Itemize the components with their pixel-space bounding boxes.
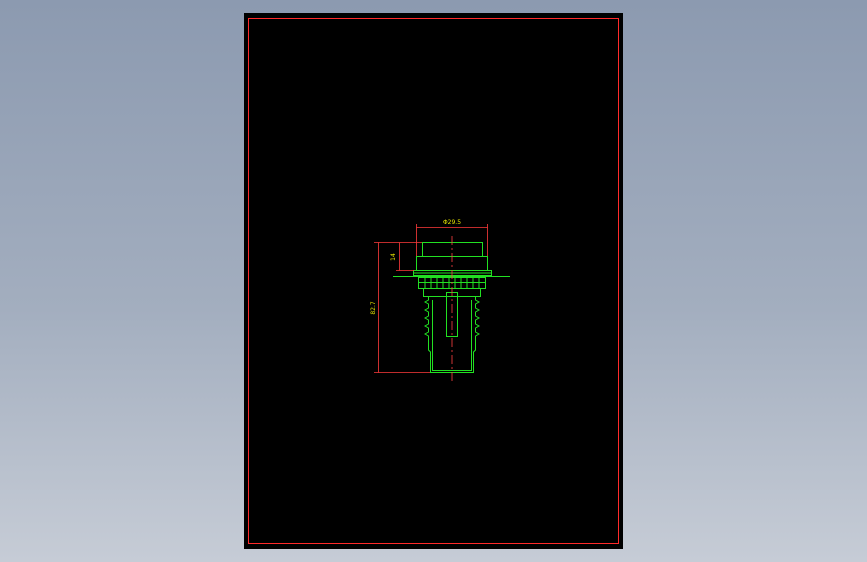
dimension-diameter-label: Φ29.5 [443, 219, 461, 226]
dimension-overall-height-label: 82.7 [370, 301, 377, 315]
dimension-top-height-label: 14 [390, 253, 397, 261]
part-cap [422, 242, 483, 257]
cad-viewport[interactable]: Φ29.5 14 82.7 [0, 0, 867, 562]
cad-drawing: Φ29.5 14 82.7 [248, 18, 619, 544]
dimension-lines [374, 224, 488, 373]
drawing-frame-border [248, 18, 619, 544]
pilot-light-part [393, 242, 510, 373]
